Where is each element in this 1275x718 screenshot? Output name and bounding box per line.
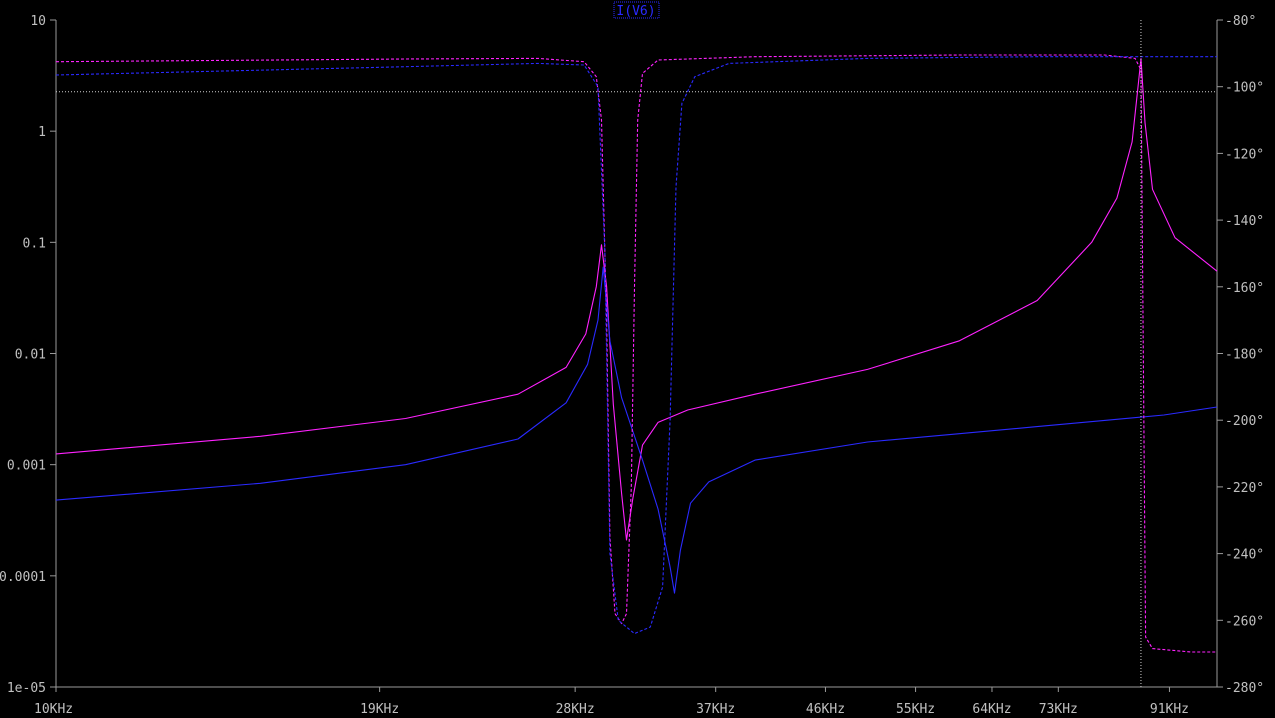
x-tick-label: 73KHz bbox=[1039, 702, 1078, 717]
x-tick-label: 46KHz bbox=[806, 702, 845, 717]
x-tick-label: 19KHz bbox=[360, 702, 399, 717]
y-right-tick-label: -140° bbox=[1225, 214, 1264, 229]
phase-series-line-3 bbox=[55, 56, 1217, 635]
y-left-tick-label: 0.01 bbox=[15, 348, 46, 363]
y-right-tick-label: -200° bbox=[1225, 414, 1264, 429]
x-tick-label: 37KHz bbox=[696, 702, 735, 717]
magnitude-series-line-1 bbox=[55, 266, 1218, 594]
y-right-tick-label: -160° bbox=[1225, 281, 1264, 296]
phase-series-line-2 bbox=[55, 54, 1217, 653]
y-right-tick-label: -260° bbox=[1225, 614, 1264, 629]
plot-frame bbox=[50, 19, 1223, 692]
y-left-tick-label: 0.001 bbox=[7, 459, 46, 474]
x-tick-label: 55KHz bbox=[896, 702, 935, 717]
trace-label[interactable]: I(V6) bbox=[616, 4, 655, 19]
y-left-tick-label: 10 bbox=[30, 14, 46, 29]
ac-analysis-plot: 10KHz 19KHz 28KHz 37KHz 46KHz 55KHz 64KHz 73KHz… bbox=[0, 1, 1264, 717]
y-left-tick-label: 1 bbox=[38, 125, 46, 140]
y-right-tick-label: -280° bbox=[1225, 681, 1264, 696]
x-tick-label: 64KHz bbox=[972, 702, 1011, 717]
y-left-tick-label: 0.0001 bbox=[0, 570, 46, 585]
x-tick-label: 10KHz bbox=[34, 702, 73, 717]
x-tick-label: 91KHz bbox=[1150, 702, 1189, 717]
y-right-tick-label: -240° bbox=[1225, 548, 1264, 563]
tick-labels: 10KHz 19KHz 28KHz 37KHz 46KHz 55KHz 64KHz 73KHz… bbox=[0, 14, 1264, 717]
y-right-tick-label: -180° bbox=[1225, 348, 1264, 363]
y-right-tick-label: -120° bbox=[1225, 147, 1264, 162]
y-left-tick-label: 1e-05 bbox=[7, 681, 46, 696]
y-right-tick-label: -80° bbox=[1225, 14, 1256, 29]
magnitude-series-line-0 bbox=[55, 58, 1218, 541]
series-layer bbox=[55, 20, 1218, 687]
y-right-tick-label: -100° bbox=[1225, 81, 1264, 96]
y-left-tick-label: 0.1 bbox=[23, 236, 46, 251]
y-right-tick-label: -220° bbox=[1225, 481, 1264, 496]
x-tick-label: 28KHz bbox=[556, 702, 595, 717]
